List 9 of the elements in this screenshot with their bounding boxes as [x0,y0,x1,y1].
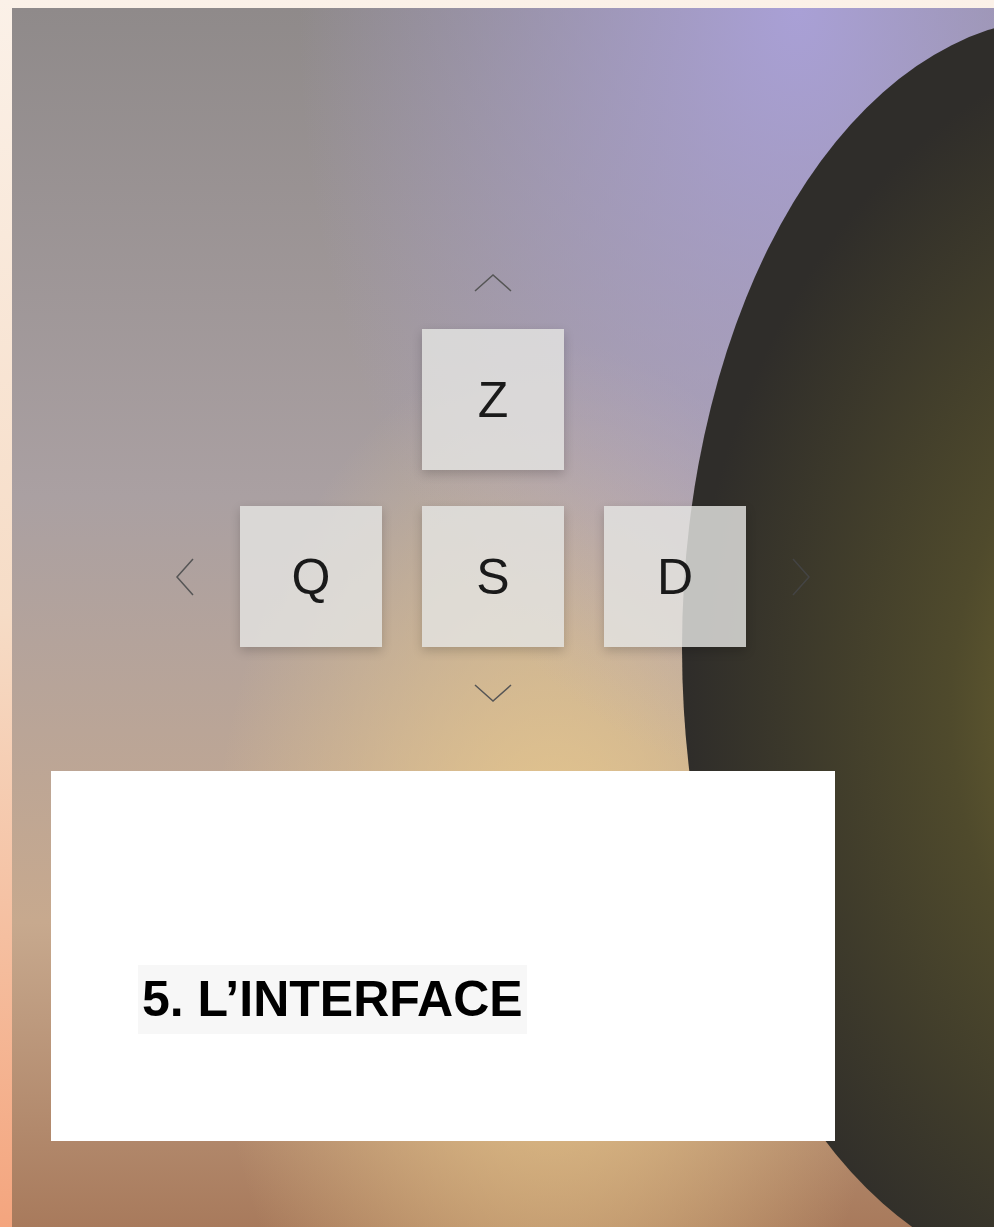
chevron-left-icon [175,556,195,597]
keyboard-key: Q [240,506,382,647]
chevron-down-icon [473,683,513,703]
chevron-right-icon [791,556,811,597]
section-title: 5. L’INTERFACE [138,965,527,1034]
keyboard-key: Z [422,329,564,470]
keyboard-key: D [604,506,746,647]
keyboard-key: S [422,506,564,647]
chevron-up-icon [473,273,513,293]
